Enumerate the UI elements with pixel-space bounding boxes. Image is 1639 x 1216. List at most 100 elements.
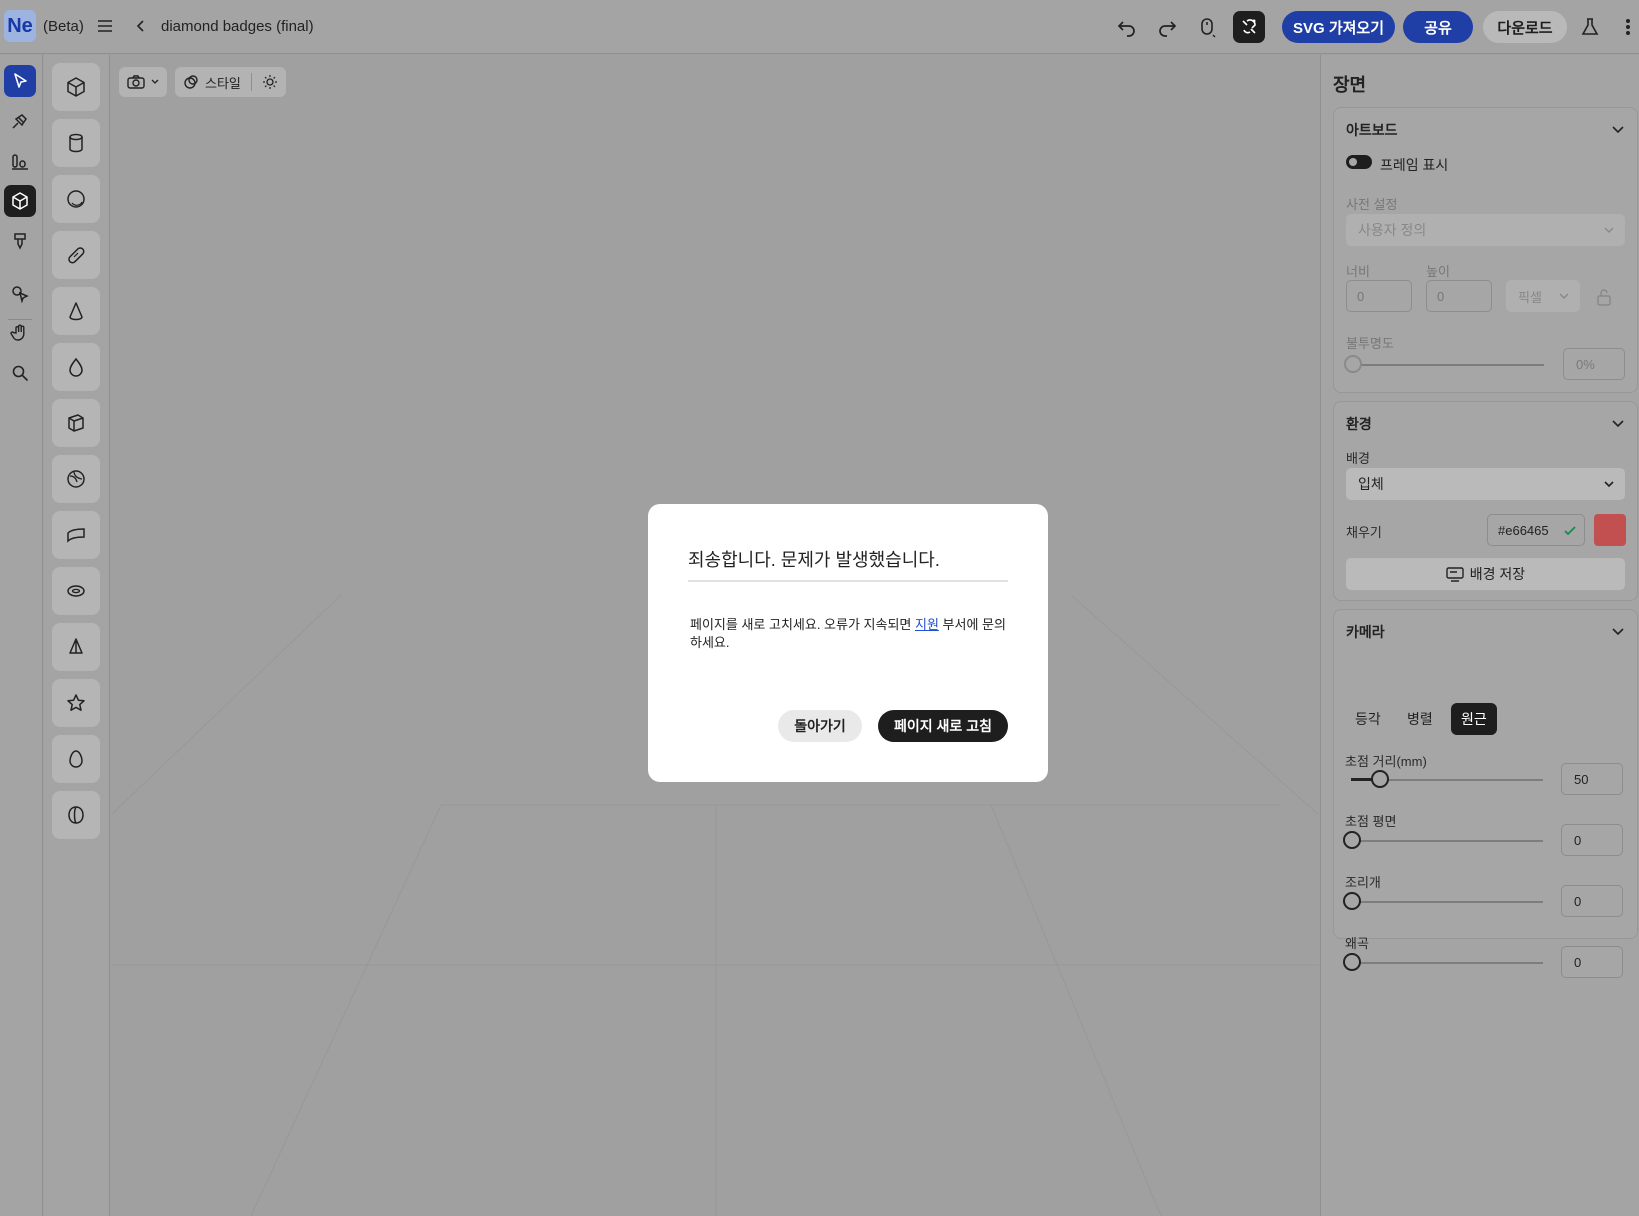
save-background-label: 배경 저장: [1469, 566, 1526, 582]
chevron-down-icon: [151, 79, 159, 84]
background-select[interactable]: 입체: [1346, 468, 1625, 500]
focal-plane-slider-track[interactable]: [1351, 840, 1543, 842]
show-frame-label: 프레임 표시: [1380, 157, 1449, 173]
undo-icon[interactable]: [1114, 14, 1140, 40]
chevron-down-icon[interactable]: [1611, 624, 1625, 638]
tab-isometric[interactable]: 등각: [1345, 703, 1391, 735]
fill-hex-input[interactable]: #e66465: [1487, 514, 1585, 546]
show-frame-toggle[interactable]: [1346, 155, 1372, 169]
check-icon[interactable]: [1564, 525, 1576, 537]
torus-shape-icon[interactable]: [52, 567, 100, 615]
beaker-icon[interactable]: [1577, 14, 1603, 40]
download-button[interactable]: 다운로드: [1483, 11, 1567, 43]
save-background-icon: [1446, 567, 1464, 582]
distortion-label: 왜곡: [1345, 936, 1369, 951]
style-button-label[interactable]: 스타일: [205, 73, 241, 92]
tool-rail: [0, 55, 43, 1216]
environment-header[interactable]: 환경: [1346, 414, 1372, 434]
star-shape-icon[interactable]: [52, 679, 100, 727]
focal-length-slider-thumb[interactable]: [1371, 770, 1389, 788]
focal-plane-slider-thumb[interactable]: [1343, 831, 1361, 849]
background-label: 배경: [1346, 451, 1370, 466]
share-button[interactable]: 공유: [1403, 11, 1473, 43]
preset-select[interactable]: 사용자 정의: [1346, 214, 1625, 246]
extrude-tool-icon[interactable]: [4, 145, 36, 177]
save-background-button[interactable]: 배경 저장: [1346, 558, 1625, 590]
unit-select[interactable]: 픽셀: [1506, 280, 1580, 312]
aperture-input[interactable]: 0: [1561, 885, 1623, 917]
message-text-start: 페이지를 새로 고치세요. 오류가 지속되면: [690, 617, 915, 632]
error-dialog-message: 페이지를 새로 고치세요. 오류가 지속되면 지원 부서에 문의하세요.: [690, 616, 1010, 652]
chevron-down-icon: [1604, 481, 1614, 488]
pyramid-shape-icon[interactable]: [52, 623, 100, 671]
sphere-shape-icon[interactable]: [52, 175, 100, 223]
distortion-slider-track[interactable]: [1351, 962, 1543, 964]
chevron-down-icon[interactable]: [1611, 122, 1625, 136]
refresh-page-button[interactable]: 페이지 새로 고침: [878, 710, 1008, 742]
canvas-toolbar: 스타일: [119, 67, 286, 97]
unlock-icon[interactable]: [1596, 288, 1612, 306]
egg-shape-icon[interactable]: [52, 735, 100, 783]
ai-generate-icon[interactable]: [1233, 11, 1265, 43]
torus-knot-shape-icon[interactable]: [52, 455, 100, 503]
more-options-icon[interactable]: [1620, 14, 1636, 40]
shape-combine-tool-icon[interactable]: [4, 277, 36, 309]
artboard-header[interactable]: 아트보드: [1346, 120, 1398, 140]
top-bar: Ne (Beta) diamond badges (final) SVG 가져오…: [0, 0, 1639, 54]
box-open-shape-icon[interactable]: [52, 399, 100, 447]
shield-shape-icon[interactable]: [52, 791, 100, 839]
3d-shapes-tool-icon[interactable]: [4, 185, 36, 217]
back-chevron-icon[interactable]: [134, 17, 148, 35]
opacity-input[interactable]: 0%: [1563, 348, 1625, 380]
mouse-icon[interactable]: [1194, 14, 1220, 40]
hand-tool-icon[interactable]: [4, 317, 36, 349]
camera-header[interactable]: 카메라: [1346, 622, 1385, 642]
width-input[interactable]: 0: [1346, 280, 1412, 312]
tab-perspective[interactable]: 원근: [1451, 703, 1497, 735]
dialog-divider: [688, 580, 1008, 582]
focal-length-input[interactable]: 50: [1561, 763, 1623, 795]
go-back-button[interactable]: 돌아가기: [778, 710, 862, 742]
fill-label: 채우기: [1346, 525, 1382, 540]
opacity-slider-thumb[interactable]: [1344, 355, 1362, 373]
opacity-slider-track[interactable]: [1352, 364, 1544, 366]
wedge-shape-icon[interactable]: [52, 511, 100, 559]
camera-view-dropdown[interactable]: [119, 67, 167, 97]
fill-color-swatch[interactable]: [1594, 514, 1626, 546]
lighting-sun-icon[interactable]: [262, 74, 278, 90]
chevron-down-icon[interactable]: [1611, 416, 1625, 430]
opacity-label: 불투명도: [1346, 336, 1394, 351]
aperture-slider-track[interactable]: [1351, 901, 1543, 903]
distortion-slider-thumb[interactable]: [1343, 953, 1361, 971]
zoom-tool-icon[interactable]: [4, 357, 36, 389]
height-input[interactable]: 0: [1426, 280, 1492, 312]
paint-brush-tool-icon[interactable]: [4, 225, 36, 257]
redo-icon[interactable]: [1154, 14, 1180, 40]
cube-shape-icon[interactable]: [52, 63, 100, 111]
app-logo[interactable]: Ne: [4, 10, 36, 42]
pen-tool-icon[interactable]: [4, 105, 36, 137]
hamburger-menu-icon[interactable]: [96, 17, 114, 35]
capsule-shape-icon[interactable]: [52, 231, 100, 279]
drop-shape-icon[interactable]: [52, 343, 100, 391]
tab-parallel[interactable]: 병렬: [1397, 703, 1443, 735]
style-and-lighting-group: 스타일: [175, 67, 286, 97]
toolbar-divider: [250, 73, 252, 91]
chevron-down-icon: [1559, 293, 1569, 299]
support-link[interactable]: 지원: [915, 617, 939, 632]
preset-value: 사용자 정의: [1358, 222, 1427, 238]
aperture-slider-thumb[interactable]: [1343, 892, 1361, 910]
artboard-section: 아트보드 프레임 표시 사전 설정 사용자 정의 너비 0 높이 0 픽셀 불투…: [1333, 107, 1638, 393]
focal-plane-input[interactable]: 0: [1561, 824, 1623, 856]
distortion-input[interactable]: 0: [1561, 946, 1623, 978]
import-svg-button[interactable]: SVG 가져오기: [1282, 11, 1395, 43]
camera-icon: [127, 75, 145, 89]
cylinder-shape-icon[interactable]: [52, 119, 100, 167]
style-icon[interactable]: [183, 74, 199, 90]
chevron-down-icon: [1604, 227, 1614, 233]
document-title[interactable]: diamond badges (final): [161, 18, 314, 35]
panel-title: 장면: [1333, 75, 1367, 95]
focal-length-label: 초점 거리(mm): [1345, 754, 1427, 769]
cone-shape-icon[interactable]: [52, 287, 100, 335]
select-tool-icon[interactable]: [4, 65, 36, 97]
